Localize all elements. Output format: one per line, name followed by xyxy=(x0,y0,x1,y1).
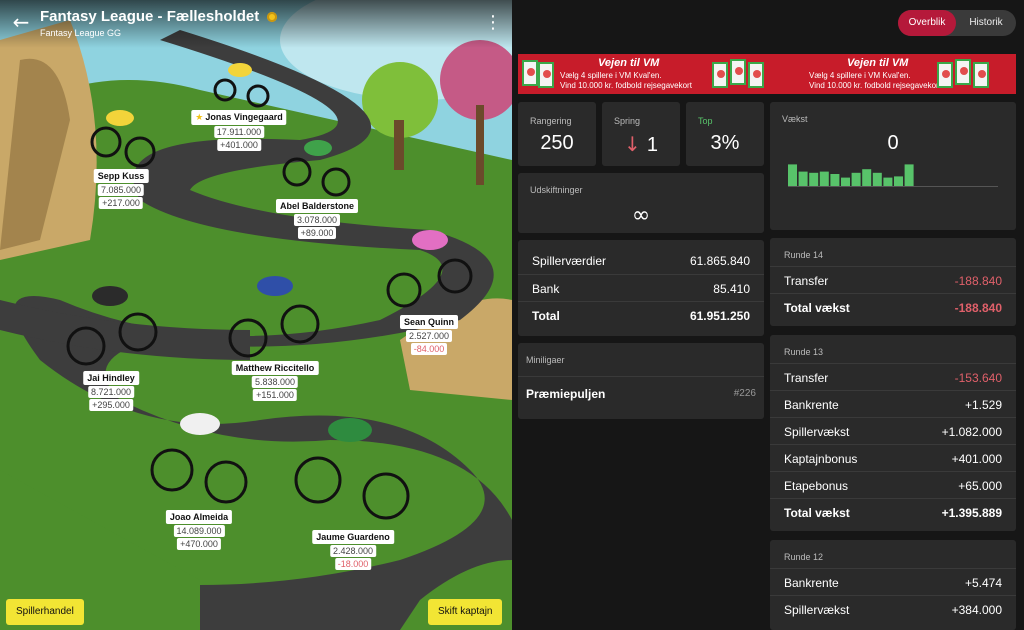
rider-value: 2.428.000 xyxy=(329,545,377,557)
jump-stat: Spring ↓ 1 xyxy=(602,102,680,166)
round-row: Spillervækst +384.000 xyxy=(770,595,1016,622)
player-card-graphic xyxy=(973,62,989,88)
player-card-graphic xyxy=(538,62,554,88)
player-card-graphic xyxy=(730,59,746,85)
round-row: Bankrente +1.529 xyxy=(770,390,1016,417)
growth-bar xyxy=(862,169,872,186)
infinity-icon: ∞ xyxy=(631,203,651,228)
league-title: Fantasy League - Fællesholdet xyxy=(40,8,278,25)
rider-delta: -18.000 xyxy=(334,558,372,570)
rider-delta: -84.000 xyxy=(410,343,448,355)
round-12-card: Runde 12 Bankrente +5.474 Spillervækst +38… xyxy=(770,540,1016,630)
overview-panel: Overblik Historik Vejen til VM Vælg 4 sp… xyxy=(512,0,1024,630)
rider-value: 8.721.000 xyxy=(87,386,135,398)
round-row: Total vækst -188.840 xyxy=(770,293,1016,320)
summary-row: Spillerværdier 61.865.840 xyxy=(532,254,750,268)
rank-stat: Rangering 250 xyxy=(518,102,596,166)
coin-icon xyxy=(267,12,278,23)
growth-bar xyxy=(788,164,797,186)
arrow-down-icon: ↓ xyxy=(624,132,641,156)
rider-card-vingegaard[interactable]: ★ Jonas Vingegaard 17.911.000 +401.000 xyxy=(191,110,287,151)
rider-card-quinn[interactable]: Sean Quinn 2.527.000 -84.000 xyxy=(399,315,459,355)
view-toggle: Overblik Historik xyxy=(898,10,1016,36)
summary-row: Bank 85.410 xyxy=(518,274,764,301)
growth-bar xyxy=(809,172,819,186)
rider-delta: +89.000 xyxy=(297,227,337,239)
rider-delta: +151.000 xyxy=(253,389,297,401)
team-pitch-panel: ← Fantasy League - Fællesholdet Fantasy … xyxy=(0,0,512,630)
player-trade-button[interactable]: Spillerhandel xyxy=(6,599,84,625)
growth-sparkline xyxy=(788,164,998,187)
growth-stat: Vækst 0 xyxy=(770,102,1016,230)
round-14-card: Runde 14 Transfer -188.840 Total vækst -18… xyxy=(770,238,1016,326)
star-icon: ★ xyxy=(195,113,204,123)
round-row: Transfer -153.640 xyxy=(770,363,1016,390)
rider-value: 5.838.000 xyxy=(251,376,299,388)
player-card-graphic xyxy=(955,59,971,85)
promo-banner[interactable]: Vejen til VM Vælg 4 spillere i VM Kval'e… xyxy=(518,54,1016,94)
round-row: Total vækst +1.395.889 xyxy=(770,498,1016,525)
rider-delta: +401.000 xyxy=(217,139,261,151)
round-row: Kaptajnbonus +401.000 xyxy=(770,444,1016,471)
round-row: Etapebonus +65.000 xyxy=(770,471,1016,498)
rider-value: 17.911.000 xyxy=(213,126,265,138)
round-13-card: Runde 13 Transfer -153.640 Bankrente +1.52… xyxy=(770,335,1016,531)
rider-card-hindley[interactable]: Jai Hindley 8.721.000 +295.000 xyxy=(83,371,139,411)
rider-delta: +295.000 xyxy=(89,399,133,411)
growth-bar xyxy=(841,177,850,186)
player-card-graphic xyxy=(748,62,764,88)
rider-value: 3.078.000 xyxy=(293,214,341,226)
growth-bar xyxy=(851,172,861,186)
player-card-graphic xyxy=(712,62,728,88)
rider-value: 7.085.000 xyxy=(97,184,145,196)
arrow-left-icon[interactable]: ← xyxy=(10,11,32,33)
rider-delta: +217.000 xyxy=(99,197,143,209)
rider-value: 2.527.000 xyxy=(405,330,453,342)
tab-history[interactable]: Historik xyxy=(956,10,1016,36)
rider-card-guardeno[interactable]: Jaume Guardeno 2.428.000 -18.000 xyxy=(312,530,394,570)
tab-overview[interactable]: Overblik xyxy=(898,10,956,36)
rider-card-balderstone[interactable]: Abel Balderstone 3.078.000 +89.000 xyxy=(275,199,359,239)
growth-bar xyxy=(894,176,903,186)
rider-card-almeida[interactable]: Joao Almeida 14.089.000 +470.000 xyxy=(165,510,233,550)
banner-segment: Vejen til VM Vælg 4 spillere i VM Kval'e… xyxy=(767,54,1016,94)
summary-row: Total 61.951.250 xyxy=(518,301,764,328)
growth-bar xyxy=(819,171,829,186)
top-stat: Top 3% xyxy=(686,102,764,166)
growth-bar xyxy=(872,172,882,186)
growth-bar xyxy=(830,174,840,186)
player-card-graphic xyxy=(937,62,953,88)
player-card-graphic xyxy=(522,60,538,86)
growth-bar xyxy=(798,171,808,186)
change-captain-button[interactable]: Skift kaptajn xyxy=(428,599,503,625)
round-row: Bankrente +5.474 xyxy=(770,568,1016,595)
rider-card-riccitello[interactable]: Matthew Riccitello 5.838.000 +151.000 xyxy=(231,361,319,401)
banner-segment: Vejen til VM Vælg 4 spillere i VM Kval'e… xyxy=(518,54,767,94)
round-row: Spillervækst +1.082.000 xyxy=(770,417,1016,444)
rider-card-kuss[interactable]: Sepp Kuss 7.085.000 +217.000 xyxy=(93,169,149,209)
minileague-row[interactable]: Præmiepuljen #226 xyxy=(518,376,764,412)
substitutions-stat: Udskiftninger ∞ xyxy=(518,173,764,233)
growth-bar xyxy=(883,177,893,186)
value-summary: Spillerværdier 61.865.840 Bank 85.410 Tota… xyxy=(518,240,764,336)
round-row: Transfer -188.840 xyxy=(770,266,1016,293)
league-subtitle: Fantasy League GG xyxy=(40,28,122,38)
kebab-menu-icon[interactable]: ⋮ xyxy=(484,12,502,34)
growth-bar xyxy=(904,164,914,186)
rider-value: 14.089.000 xyxy=(173,525,225,537)
rider-delta: +470.000 xyxy=(177,538,221,550)
minileagues-section: Miniligaer Præmiepuljen #226 xyxy=(518,343,764,419)
